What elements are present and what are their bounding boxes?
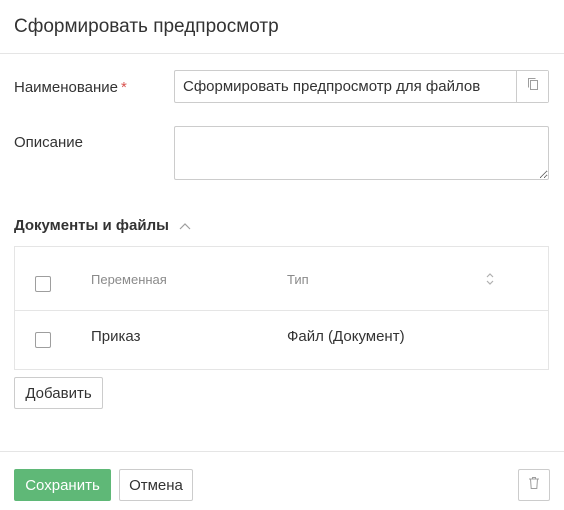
name-label: Наименование *	[14, 79, 127, 96]
select-all-checkbox[interactable]	[35, 276, 51, 292]
copy-button[interactable]	[516, 71, 548, 102]
row-checkbox[interactable]	[35, 332, 51, 348]
documents-section-title: Документы и файлы	[14, 217, 169, 234]
description-textarea[interactable]	[174, 126, 549, 180]
row-variable: Приказ	[91, 328, 141, 345]
dialog-header: Сформировать предпросмотр	[0, 0, 564, 54]
name-field	[174, 70, 549, 103]
documents-table: Переменная Тип Приказ Файл (Документ)	[14, 246, 549, 370]
table-row[interactable]: Приказ Файл (Документ)	[15, 311, 548, 369]
trash-icon	[528, 476, 540, 494]
dialog-title: Сформировать предпросмотр	[14, 16, 279, 37]
add-button[interactable]: Добавить	[14, 377, 103, 409]
column-header-variable[interactable]: Переменная	[91, 272, 167, 287]
sort-icon[interactable]	[485, 272, 495, 291]
save-button[interactable]: Сохранить	[14, 469, 111, 501]
table-header: Переменная Тип	[15, 247, 548, 311]
delete-button[interactable]	[518, 469, 550, 501]
copy-icon	[527, 77, 539, 96]
cancel-button[interactable]: Отмена	[119, 469, 193, 501]
description-label: Описание	[14, 134, 84, 151]
column-header-type[interactable]: Тип	[287, 272, 309, 287]
name-input[interactable]	[175, 71, 516, 102]
documents-section-header[interactable]: Документы и файлы	[14, 217, 191, 234]
name-label-text: Наименование	[14, 79, 118, 96]
required-mark: *	[120, 79, 127, 96]
row-type: Файл (Документ)	[287, 328, 405, 345]
chevron-up-icon[interactable]	[179, 222, 191, 230]
